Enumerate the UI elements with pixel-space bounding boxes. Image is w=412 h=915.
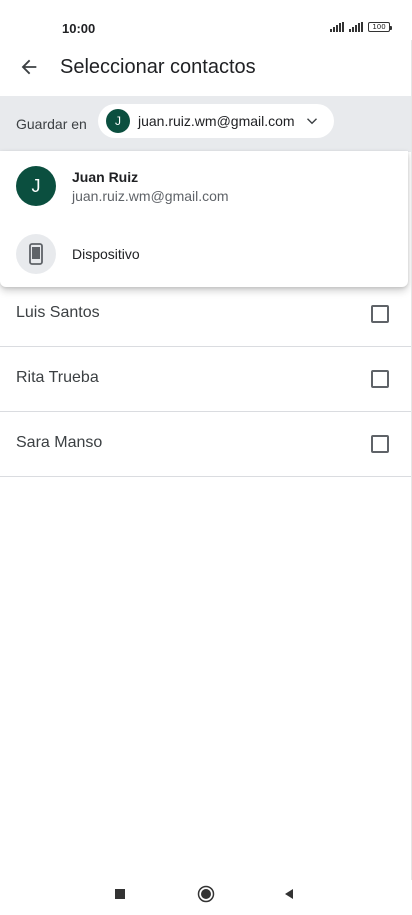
status-bar: 10:00 100 <box>0 0 412 36</box>
device-label: Dispositivo <box>72 246 140 262</box>
page-title: Seleccionar contactos <box>60 56 256 78</box>
account-email: juan.ruiz.wm@gmail.com <box>138 113 295 129</box>
smartphone-icon <box>16 234 56 274</box>
system-nav-bar <box>0 868 412 915</box>
home-button[interactable] <box>196 884 216 904</box>
contact-list: Luis Santos Rita Trueba Sara Manso <box>0 282 412 477</box>
contact-checkbox[interactable] <box>371 435 389 453</box>
dropdown-item-google-account[interactable]: J Juan Ruiz juan.ruiz.wm@gmail.com <box>0 155 408 217</box>
signal-icon <box>330 22 344 32</box>
battery-icon: 100 <box>368 22 392 32</box>
save-to-bar: Guardar en J juan.ruiz.wm@gmail.com <box>0 96 412 152</box>
nav-back-button[interactable] <box>279 884 299 904</box>
home-icon <box>197 885 215 903</box>
contact-name: Sara Manso <box>16 434 103 451</box>
arrow-back-icon <box>21 59 37 75</box>
status-time: 10:00 <box>62 21 96 36</box>
account-email: juan.ruiz.wm@gmail.com <box>72 188 229 204</box>
signal-icon <box>349 22 363 32</box>
contact-checkbox[interactable] <box>371 370 389 388</box>
account-dropdown-menu: J Juan Ruiz juan.ruiz.wm@gmail.com Dispo… <box>0 151 408 287</box>
list-item[interactable]: Rita Trueba <box>0 347 412 412</box>
avatar: J <box>16 166 56 206</box>
battery-level: 100 <box>372 23 386 31</box>
back-icon <box>285 889 293 899</box>
list-item[interactable]: Luis Santos <box>0 282 412 347</box>
recents-button[interactable] <box>110 884 130 904</box>
contact-name: Rita Trueba <box>16 369 99 386</box>
status-icons: 100 <box>330 22 392 32</box>
recents-icon <box>115 889 125 899</box>
contact-name: Luis Santos <box>16 304 100 321</box>
app-bar: Seleccionar contactos <box>0 38 412 96</box>
chevron-down-icon <box>303 112 321 130</box>
avatar: J <box>106 109 130 133</box>
save-to-label: Guardar en <box>16 116 87 132</box>
account-selector-chip[interactable]: J juan.ruiz.wm@gmail.com <box>98 104 334 138</box>
dropdown-item-device[interactable]: Dispositivo <box>0 223 408 285</box>
list-item[interactable]: Sara Manso <box>0 412 412 477</box>
contact-checkbox[interactable] <box>371 305 389 323</box>
back-button[interactable] <box>12 50 46 84</box>
account-name: Juan Ruiz <box>72 169 139 185</box>
